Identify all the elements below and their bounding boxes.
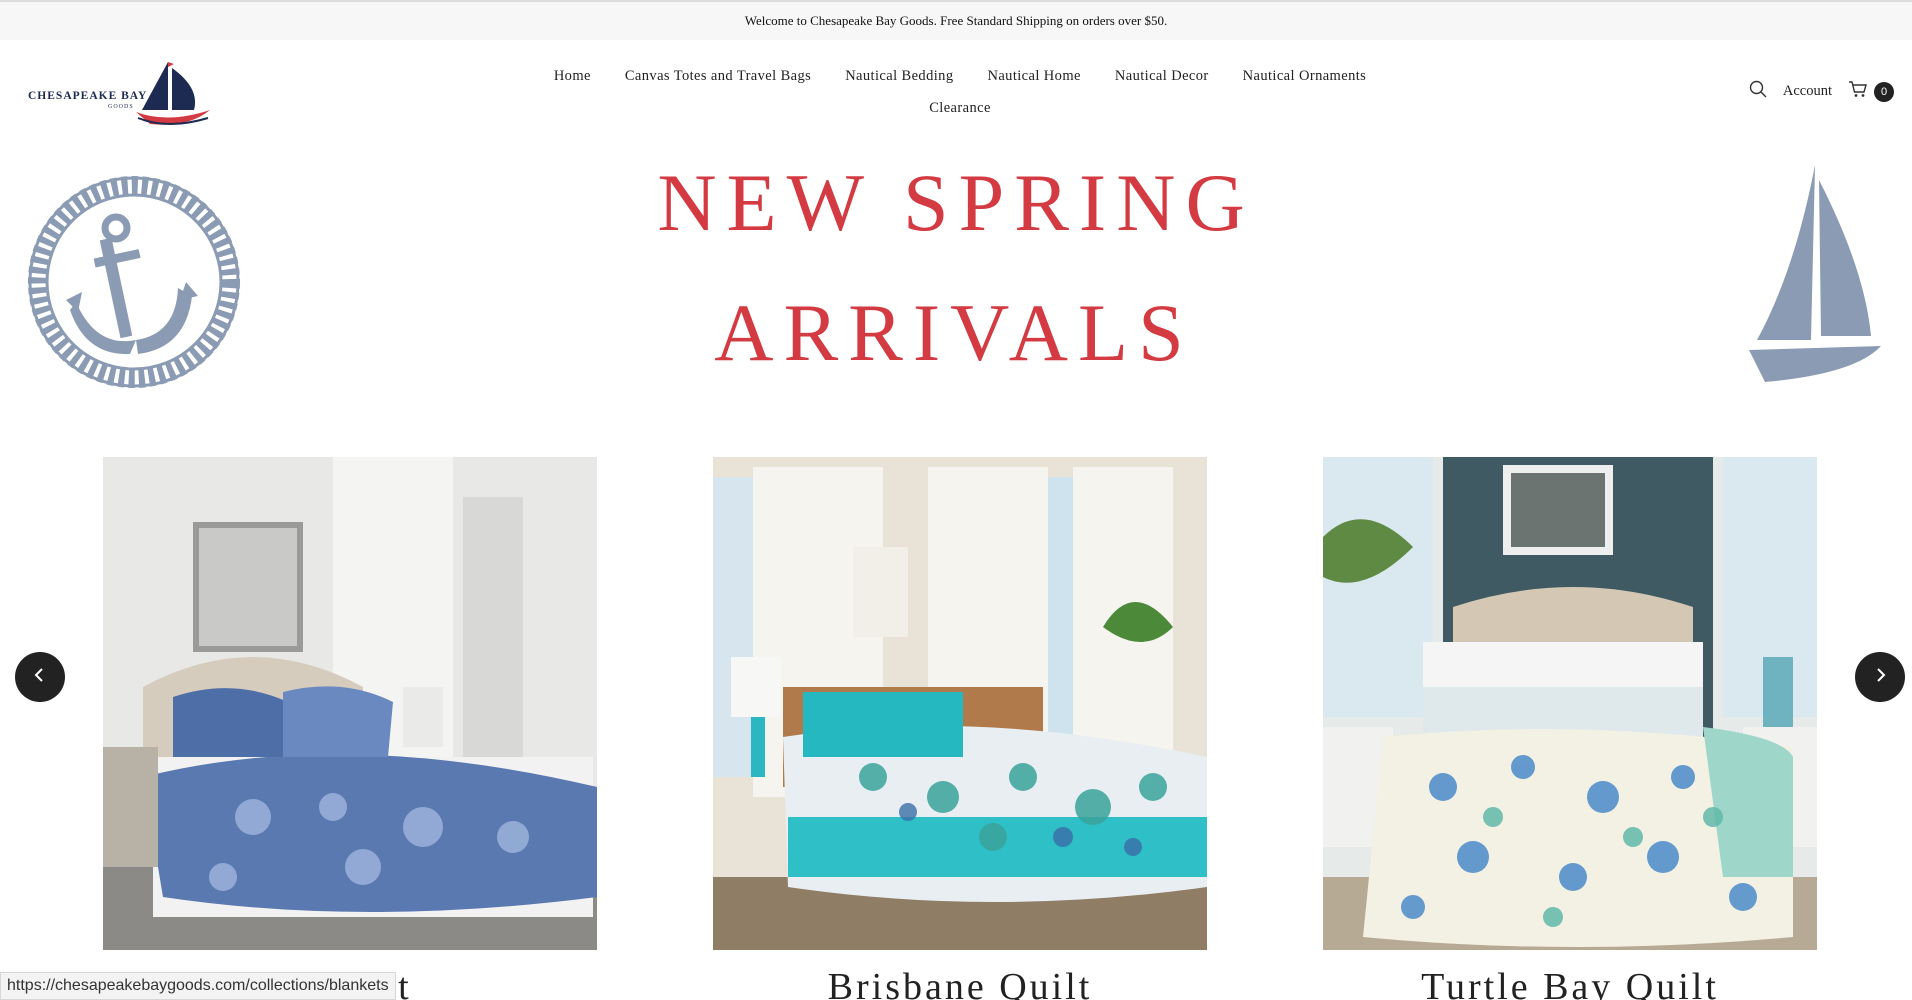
cart-button[interactable]: 0: [1848, 80, 1894, 103]
product-card-seashore[interactable]: [103, 457, 597, 950]
nav-item-clearance[interactable]: Clearance: [929, 92, 991, 124]
hero-banner[interactable]: NEW SPRING ARRIVALS: [0, 150, 1912, 410]
sailboat-icon: [1749, 165, 1881, 382]
header-utilities: Account 0: [1749, 80, 1894, 103]
product-title-turtle-bay[interactable]: Turtle Bay Quilt: [1323, 965, 1817, 1000]
hero-title-line1: NEW SPRING: [657, 157, 1255, 248]
product-title-brisbane[interactable]: Brisbane Quilt: [713, 965, 1207, 1000]
cart-count-badge: 0: [1874, 81, 1894, 102]
product-image-seashore: [103, 457, 597, 950]
brand-logo[interactable]: CHESAPEAKE BAY GOODS: [28, 58, 210, 128]
product-image-brisbane: [713, 457, 1207, 950]
product-card-turtle-bay[interactable]: [1323, 457, 1817, 950]
product-image-turtle-bay: [1323, 457, 1817, 950]
nav-item-canvas-totes[interactable]: Canvas Totes and Travel Bags: [625, 60, 811, 92]
nav-item-nautical-decor[interactable]: Nautical Decor: [1115, 60, 1209, 92]
announcement-bar: Welcome to Chesapeake Bay Goods. Free St…: [0, 0, 1912, 40]
announcement-text: Welcome to Chesapeake Bay Goods. Free St…: [744, 13, 1168, 28]
carousel-prev-button[interactable]: [15, 652, 65, 702]
hero-title-line2: ARRIVALS: [714, 287, 1194, 378]
chevron-right-icon: [1873, 667, 1887, 688]
browser-status-url: https://chesapeakebaygoods.com/collectio…: [0, 972, 396, 1000]
nav-item-nautical-ornaments[interactable]: Nautical Ornaments: [1243, 60, 1367, 92]
main-nav: Home Canvas Totes and Travel Bags Nautic…: [520, 60, 1400, 124]
nav-item-home[interactable]: Home: [554, 60, 591, 92]
nav-item-nautical-home[interactable]: Nautical Home: [987, 60, 1080, 92]
sailboat-logo-icon: [136, 62, 210, 125]
product-card-brisbane[interactable]: [713, 457, 1207, 950]
cart-icon: [1848, 80, 1868, 103]
nav-item-nautical-bedding[interactable]: Nautical Bedding: [845, 60, 953, 92]
carousel-next-button[interactable]: [1855, 652, 1905, 702]
search-icon[interactable]: [1749, 80, 1767, 103]
chevron-left-icon: [33, 667, 47, 688]
product-carousel: s Quilt Brisbane Quilt Turtle Bay Quilt: [0, 455, 1912, 1000]
account-link[interactable]: Account: [1783, 83, 1832, 100]
